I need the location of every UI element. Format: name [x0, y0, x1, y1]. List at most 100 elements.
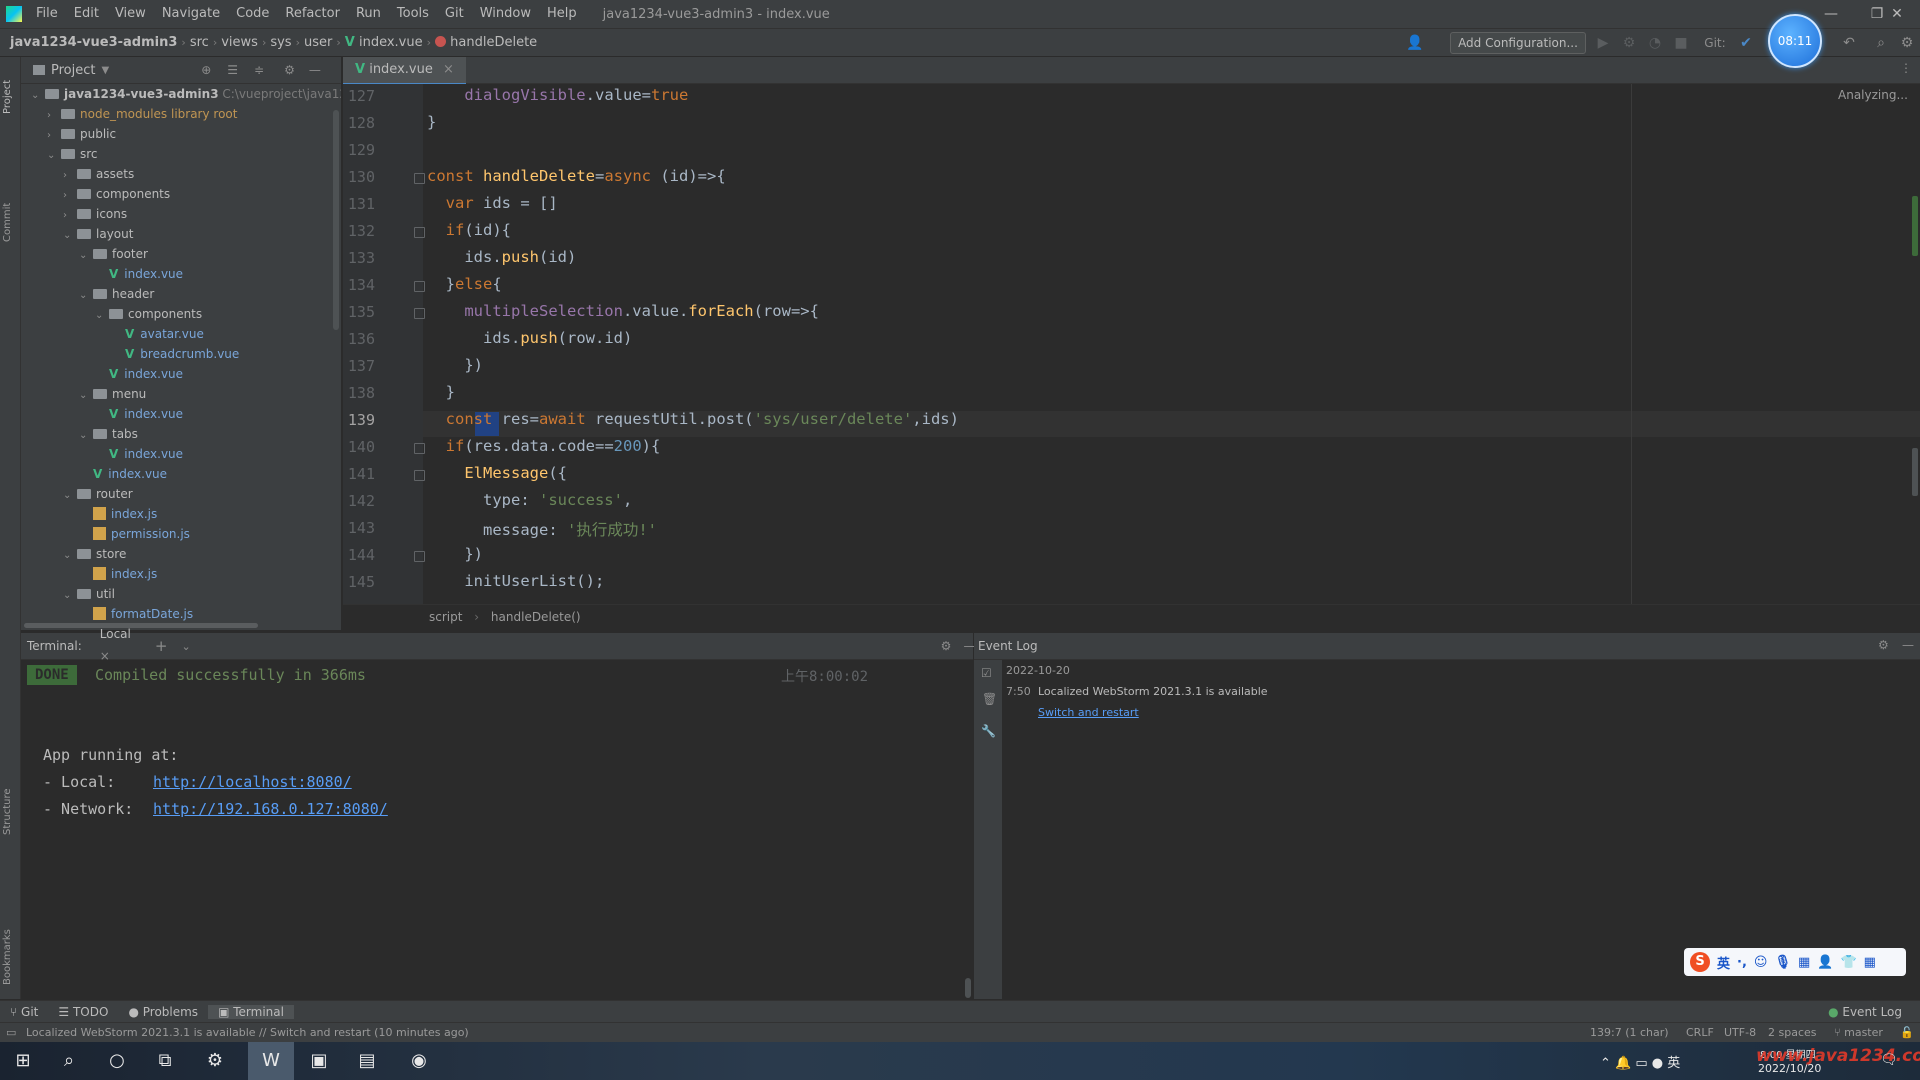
ime-voice[interactable]: 🎙	[1774, 955, 1791, 970]
code-line[interactable]: message: '执行成功!'	[427, 518, 657, 540]
menu-tools[interactable]: Tools	[389, 0, 437, 28]
debug-icon[interactable]: ⚙	[1618, 32, 1640, 54]
menu-refactor[interactable]: Refactor	[277, 0, 348, 28]
tree-item[interactable]: Vindex.vue	[95, 264, 183, 284]
fold-marker-icon[interactable]	[414, 281, 425, 292]
tree-item[interactable]: › assets	[63, 164, 134, 184]
chevron-right-icon[interactable]: ›	[63, 166, 77, 186]
tool-tab-problems[interactable]: ● Problems	[118, 1005, 208, 1019]
close-icon[interactable]: ✕	[1874, 0, 1920, 28]
chevron-down-icon[interactable]: ⌄	[79, 286, 93, 306]
code-line[interactable]: const res=await requestUtil.post('sys/us…	[427, 410, 959, 428]
file-encoding[interactable]: UTF-8	[1724, 1023, 1756, 1043]
tree-item[interactable]: ⌄ header	[79, 284, 154, 304]
indent-setting[interactable]: 2 spaces	[1768, 1023, 1817, 1043]
ime-emoji[interactable]: ☺	[1754, 955, 1768, 970]
menu-run[interactable]: Run	[348, 0, 389, 28]
locate-icon[interactable]: ⊕	[201, 63, 211, 77]
ime-skin[interactable]: 👕	[1840, 955, 1856, 970]
tree-item[interactable]: › public	[47, 124, 116, 144]
code-line[interactable]: }	[427, 383, 455, 401]
breadcrumb-project[interactable]: java1234-vue3-admin3	[6, 35, 181, 50]
tool-tab-event-log[interactable]: ● Event Log	[1818, 1005, 1912, 1019]
chevron-down-icon[interactable]: ⌄	[79, 426, 93, 446]
tree-item[interactable]: Vindex.vue	[95, 404, 183, 424]
tree-item[interactable]: ⌄ menu	[79, 384, 146, 404]
tree-item[interactable]: formatDate.js	[79, 604, 193, 624]
code-line[interactable]: }else{	[427, 275, 502, 293]
wrench-icon[interactable]: 🔧	[981, 724, 996, 738]
chevron-right-icon[interactable]: ›	[63, 206, 77, 226]
code-line[interactable]: multipleSelection.value.forEach(row=>{	[427, 302, 819, 320]
menu-window[interactable]: Window	[472, 0, 539, 28]
tree-item[interactable]: ⌄ store	[63, 544, 126, 564]
hide-panel-icon[interactable]: —	[1902, 638, 1914, 652]
breadcrumb-user[interactable]: user	[300, 35, 336, 50]
chevron-right-icon[interactable]: ›	[47, 106, 61, 126]
ime-user[interactable]: 👤	[1817, 955, 1833, 970]
code-line[interactable]: dialogVisible.value=true	[427, 86, 688, 104]
menu-edit[interactable]: Edit	[66, 0, 107, 28]
tree-item[interactable]: Vindex.vue	[79, 464, 167, 484]
code-line[interactable]: const handleDelete=async (id)=>{	[427, 167, 726, 185]
trash-icon[interactable]: 🗑	[982, 692, 997, 706]
ime-tools[interactable]: ▦	[1864, 955, 1876, 970]
tree-item[interactable]: index.js	[79, 504, 157, 524]
fold-marker-icon[interactable]	[414, 443, 425, 454]
tool-tab-todo[interactable]: ☰ TODO	[48, 1005, 118, 1019]
commit-tool-tab[interactable]: Commit	[2, 187, 18, 257]
more-tabs-icon[interactable]: ⋮	[1900, 61, 1912, 75]
chevron-down-icon[interactable]: ⌄	[63, 226, 77, 246]
code-breadcrumb-method[interactable]: handleDelete()	[491, 610, 581, 624]
breadcrumb-src[interactable]: src	[186, 35, 213, 50]
file-explorer-icon[interactable]: ▤	[344, 1042, 390, 1080]
undo-icon[interactable]: ↶	[1838, 32, 1860, 54]
menu-help[interactable]: Help	[539, 0, 585, 28]
close-tab-icon[interactable]: ×	[443, 62, 454, 77]
run-icon[interactable]: ▶	[1592, 32, 1614, 54]
code-line[interactable]: }	[427, 113, 436, 131]
app-icon-2[interactable]: ▣	[296, 1042, 342, 1080]
tree-item[interactable]: permission.js	[79, 524, 190, 544]
terminal-scrollbar[interactable]	[965, 978, 971, 998]
coverage-icon[interactable]: ◔	[1644, 32, 1666, 54]
fold-marker-icon[interactable]	[414, 308, 425, 319]
mark-read-icon[interactable]: ☑	[981, 666, 992, 680]
status-panel-icon[interactable]: ▭	[6, 1023, 16, 1043]
project-panel-title[interactable]: Project	[51, 63, 95, 78]
chevron-down-icon[interactable]: ⌄	[79, 386, 93, 406]
code-line[interactable]: ElMessage({	[427, 464, 567, 482]
menu-file[interactable]: File	[28, 0, 66, 28]
project-tree-horizontal-scrollbar[interactable]	[24, 623, 258, 628]
search-icon[interactable]: ⌕	[1870, 32, 1892, 54]
code-line[interactable]: type: 'success',	[427, 491, 632, 509]
menu-git[interactable]: Git	[437, 0, 472, 28]
tree-item[interactable]: ⌄ components	[95, 304, 202, 324]
tree-item[interactable]: Vavatar.vue	[111, 324, 204, 344]
code-line[interactable]: if(res.data.code==200){	[427, 437, 661, 455]
tree-item[interactable]: ⌄ java1234-vue3-admin3 C:\vueproject\java…	[31, 84, 341, 104]
tree-item[interactable]: ⌄ router	[63, 484, 133, 504]
breadcrumb-method[interactable]: handleDelete	[431, 35, 541, 50]
menu-code[interactable]: Code	[228, 0, 277, 28]
menu-view[interactable]: View	[107, 0, 154, 28]
stop-icon[interactable]: ■	[1670, 32, 1692, 54]
tree-item[interactable]: Vindex.vue	[95, 364, 183, 384]
chevron-right-icon[interactable]: ›	[47, 126, 61, 146]
chevron-down-icon[interactable]: ⌄	[31, 86, 45, 106]
ime-toolbar[interactable]: S 英 ·, ☺ 🎙 ▦ 👤 👕 ▦	[1684, 948, 1906, 976]
fold-marker-icon[interactable]	[414, 173, 425, 184]
tree-item[interactable]: index.js	[79, 564, 157, 584]
local-url-link[interactable]: http://localhost:8080/	[153, 773, 352, 791]
code-line[interactable]: ids.push(row.id)	[427, 329, 632, 347]
code-line[interactable]: var ids = []	[427, 194, 558, 212]
cortana-icon[interactable]: ○	[94, 1042, 140, 1080]
bookmarks-tool-tab[interactable]: Bookmarks	[2, 917, 18, 997]
recording-timer-badge[interactable]: 08:11	[1768, 14, 1822, 68]
git-commit-icon[interactable]: ✔	[1735, 32, 1757, 54]
ime-keyboard[interactable]: ▦	[1798, 955, 1810, 970]
menu-navigate[interactable]: Navigate	[154, 0, 228, 28]
code-breadcrumb-script[interactable]: script	[429, 610, 462, 624]
code-line[interactable]: })	[427, 356, 483, 374]
status-message[interactable]: Localized WebStorm 2021.3.1 is available…	[26, 1023, 469, 1043]
